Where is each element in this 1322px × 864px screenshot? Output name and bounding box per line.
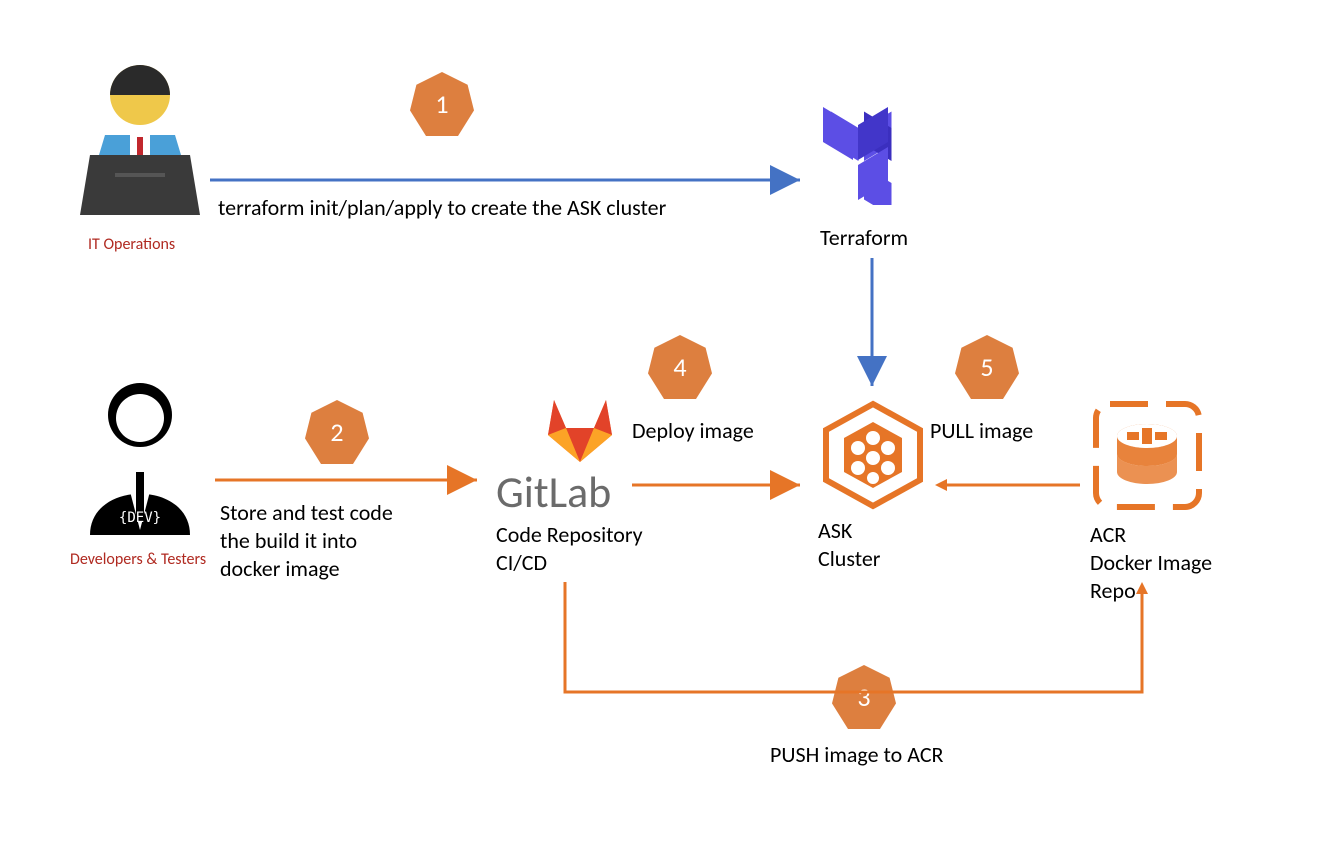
- arrow-3: [560, 582, 1170, 712]
- step-5-badge: 5: [955, 335, 1019, 399]
- ask-cluster-icon: [818, 400, 928, 515]
- acr-label-1: ACR: [1090, 522, 1126, 548]
- step-1-num: 1: [435, 88, 448, 120]
- gitlab-sub1: Code Repository: [496, 522, 643, 548]
- gitlab-name: GitLab: [496, 466, 611, 519]
- arrow-4-label: Deploy image: [632, 418, 754, 444]
- arrow-5-label: PULL image: [930, 418, 1033, 444]
- arrow-terraform-to-ask: [862, 258, 882, 398]
- gitlab-icon: [540, 390, 620, 470]
- arrow-2: [215, 470, 490, 490]
- arrow-2-label-a: Store and test code: [220, 500, 393, 526]
- gitlab-sub2: CI/CD: [496, 550, 547, 576]
- step-2-num: 2: [330, 416, 343, 448]
- acr-label-2: Docker Image: [1090, 550, 1212, 576]
- step-4-num: 4: [673, 351, 686, 383]
- developers-icon: {DEV}: [70, 370, 210, 545]
- arrow-1-label: terraform init/plan/apply to create the …: [218, 195, 666, 221]
- acr-icon: [1090, 398, 1205, 518]
- arrow-5: [935, 475, 1085, 495]
- it-ops-label: IT Operations: [88, 235, 175, 254]
- arrow-2-label-c: docker image: [220, 556, 340, 582]
- arrow-2-label-b: the build it into: [220, 528, 357, 554]
- step-2-badge: 2: [305, 400, 369, 464]
- ask-label-1: ASK: [818, 518, 852, 544]
- step-4-badge: 4: [648, 335, 712, 399]
- arrow-3-label: PUSH image to ACR: [770, 742, 944, 768]
- arrow-4: [632, 475, 812, 495]
- arrow-1: [210, 170, 810, 190]
- terraform-icon-2: [818, 95, 928, 220]
- step-1-badge: 1: [410, 72, 474, 136]
- ask-label-2: Cluster: [818, 546, 880, 572]
- developers-label: Developers & Testers: [70, 550, 206, 569]
- it-ops-icon: [70, 55, 210, 230]
- terraform-label: Terraform: [820, 225, 908, 251]
- step-5-num: 5: [980, 351, 993, 383]
- svg-text:{DEV}: {DEV}: [119, 510, 161, 526]
